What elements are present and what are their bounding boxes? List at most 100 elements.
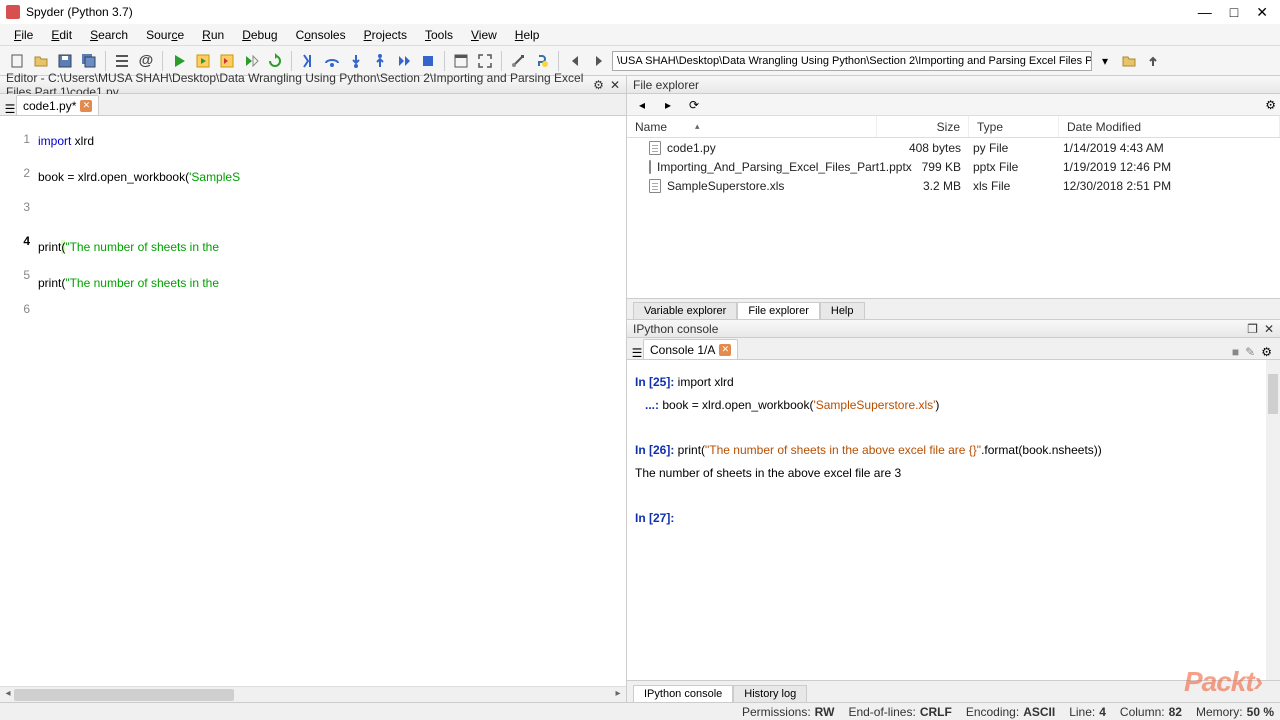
menu-debug[interactable]: Debug — [234, 26, 285, 44]
step-out-icon[interactable] — [369, 50, 391, 72]
step-over-icon[interactable] — [321, 50, 343, 72]
ipython-header: IPython console ❐ ✕ — [627, 320, 1280, 338]
status-line-value: 4 — [1099, 705, 1106, 719]
console-clear-icon[interactable]: ✎ — [1245, 345, 1255, 359]
ipython-title: IPython console — [633, 322, 718, 336]
col-size[interactable]: Size — [877, 116, 969, 137]
scroll-thumb[interactable] — [14, 689, 234, 701]
console-wrap: In [25]: import xlrd ...: book = xlrd.op… — [627, 360, 1280, 680]
console-tab[interactable]: Console 1/A ✕ — [643, 339, 738, 359]
minimize-button[interactable]: — — [1198, 4, 1212, 21]
console-tabrow: ☰ Console 1/A ✕ ■ ✎ ⚙ — [627, 338, 1280, 360]
file-row[interactable]: Importing_And_Parsing_Excel_Files_Part1.… — [627, 157, 1280, 176]
menu-search[interactable]: Search — [82, 26, 136, 44]
menu-help[interactable]: Help — [507, 26, 548, 44]
col-name[interactable]: Name▴ — [627, 116, 877, 137]
watermark: Packt› — [1184, 666, 1262, 698]
editor-close-icon[interactable]: ✕ — [610, 78, 620, 92]
run-cell-icon[interactable] — [192, 50, 214, 72]
parent-dir-icon[interactable] — [1142, 50, 1164, 72]
new-file-icon[interactable] — [6, 50, 28, 72]
save-all-icon[interactable] — [78, 50, 100, 72]
console-tab-close-icon[interactable]: ✕ — [719, 344, 731, 356]
file-row[interactable]: code1.py 408 bytes py File 1/14/2019 4:4… — [627, 138, 1280, 157]
menu-run[interactable]: Run — [194, 26, 232, 44]
status-col-label: Column: — [1120, 705, 1165, 719]
window-title: Spyder (Python 3.7) — [26, 5, 1198, 19]
run-cell-advance-icon[interactable] — [216, 50, 238, 72]
open-file-icon[interactable] — [30, 50, 52, 72]
menu-tools[interactable]: Tools — [417, 26, 461, 44]
tab-file-explorer[interactable]: File explorer — [737, 302, 820, 319]
tab-help[interactable]: Help — [820, 302, 865, 319]
file-explorer-title: File explorer — [633, 78, 699, 92]
status-perm-value: RW — [815, 705, 835, 719]
fe-next-icon[interactable]: ▸ — [657, 94, 679, 116]
editor-gear-icon[interactable]: ⚙ — [593, 78, 604, 92]
tab-list-icon[interactable]: ☰ — [4, 103, 16, 115]
menu-edit[interactable]: Edit — [43, 26, 80, 44]
menu-projects[interactable]: Projects — [356, 26, 415, 44]
at-icon[interactable]: @ — [135, 50, 157, 72]
col-type[interactable]: Type — [969, 116, 1059, 137]
right-pane: File explorer ◂ ▸ ⟳ ⚙ Name▴ Size Type Da… — [627, 76, 1280, 702]
code-area[interactable]: import xlrd book = xlrd.open_workbook('S… — [36, 116, 626, 686]
file-explorer-body: code1.py 408 bytes py File 1/14/2019 4:4… — [627, 138, 1280, 298]
fe-up-icon[interactable]: ⟳ — [683, 94, 705, 116]
fe-prev-icon[interactable]: ◂ — [631, 94, 653, 116]
code-editor[interactable]: 123456 import xlrd book = xlrd.open_work… — [0, 116, 626, 686]
forward-icon[interactable] — [588, 50, 610, 72]
close-button[interactable]: ✕ — [1256, 4, 1268, 21]
right-pane-tabs: Variable explorer File explorer Help — [627, 298, 1280, 320]
ipython-close-icon[interactable]: ✕ — [1264, 322, 1274, 336]
run-icon[interactable] — [168, 50, 190, 72]
menu-view[interactable]: View — [463, 26, 505, 44]
outline-icon[interactable] — [111, 50, 133, 72]
save-icon[interactable] — [54, 50, 76, 72]
console-vscrollbar[interactable] — [1266, 360, 1280, 680]
continue-icon[interactable] — [393, 50, 415, 72]
fullscreen-icon[interactable] — [474, 50, 496, 72]
file-row[interactable]: SampleSuperstore.xls 3.2 MB xls File 12/… — [627, 176, 1280, 195]
menu-file[interactable]: File — [6, 26, 41, 44]
vscroll-thumb[interactable] — [1268, 374, 1278, 414]
maximize-pane-icon[interactable] — [450, 50, 472, 72]
console-stop-icon[interactable]: ■ — [1232, 345, 1239, 359]
status-col-value: 82 — [1169, 705, 1182, 719]
console-list-icon[interactable]: ☰ — [631, 347, 643, 359]
col-date[interactable]: Date Modified — [1059, 116, 1280, 137]
menubar: File Edit Search Source Run Debug Consol… — [0, 24, 1280, 46]
console-gear-icon[interactable]: ⚙ — [1261, 345, 1272, 359]
statusbar: Permissions: RW End-of-lines: CRLF Encod… — [0, 702, 1280, 720]
debug-icon[interactable] — [297, 50, 319, 72]
file-explorer-columns: Name▴ Size Type Date Modified — [627, 116, 1280, 138]
maximize-button[interactable]: □ — [1230, 4, 1238, 21]
step-into-icon[interactable] — [345, 50, 367, 72]
run-selection-icon[interactable] — [240, 50, 262, 72]
path-dropdown-icon[interactable]: ▾ — [1094, 50, 1116, 72]
file-icon — [649, 141, 661, 155]
menu-consoles[interactable]: Consoles — [288, 26, 354, 44]
rerun-icon[interactable] — [264, 50, 286, 72]
menu-source[interactable]: Source — [138, 26, 192, 44]
working-dir-input[interactable]: \USA SHAH\Desktop\Data Wrangling Using P… — [612, 51, 1092, 71]
tab-history-log[interactable]: History log — [733, 685, 807, 702]
file-icon — [649, 179, 661, 193]
ipython-console[interactable]: In [25]: import xlrd ...: book = xlrd.op… — [627, 360, 1280, 680]
stop-debug-icon[interactable] — [417, 50, 439, 72]
editor-hscrollbar[interactable]: ◂ ▸ — [0, 686, 626, 702]
editor-tab-code1[interactable]: code1.py* ✕ — [16, 95, 99, 115]
tab-variable-explorer[interactable]: Variable explorer — [633, 302, 737, 319]
preferences-icon[interactable] — [507, 50, 529, 72]
ipython-restore-icon[interactable]: ❐ — [1247, 322, 1258, 336]
scroll-right-icon[interactable]: ▸ — [612, 688, 624, 699]
fe-gear-icon[interactable]: ⚙ — [1265, 98, 1276, 112]
tab-ipython-console[interactable]: IPython console — [633, 685, 733, 702]
tab-close-icon[interactable]: ✕ — [80, 100, 92, 112]
python-path-icon[interactable] — [531, 50, 553, 72]
sort-asc-icon: ▴ — [695, 121, 700, 132]
browse-dir-icon[interactable] — [1118, 50, 1140, 72]
scroll-left-icon[interactable]: ◂ — [2, 688, 14, 699]
status-mem-label: Memory: — [1196, 705, 1243, 719]
back-icon[interactable] — [564, 50, 586, 72]
